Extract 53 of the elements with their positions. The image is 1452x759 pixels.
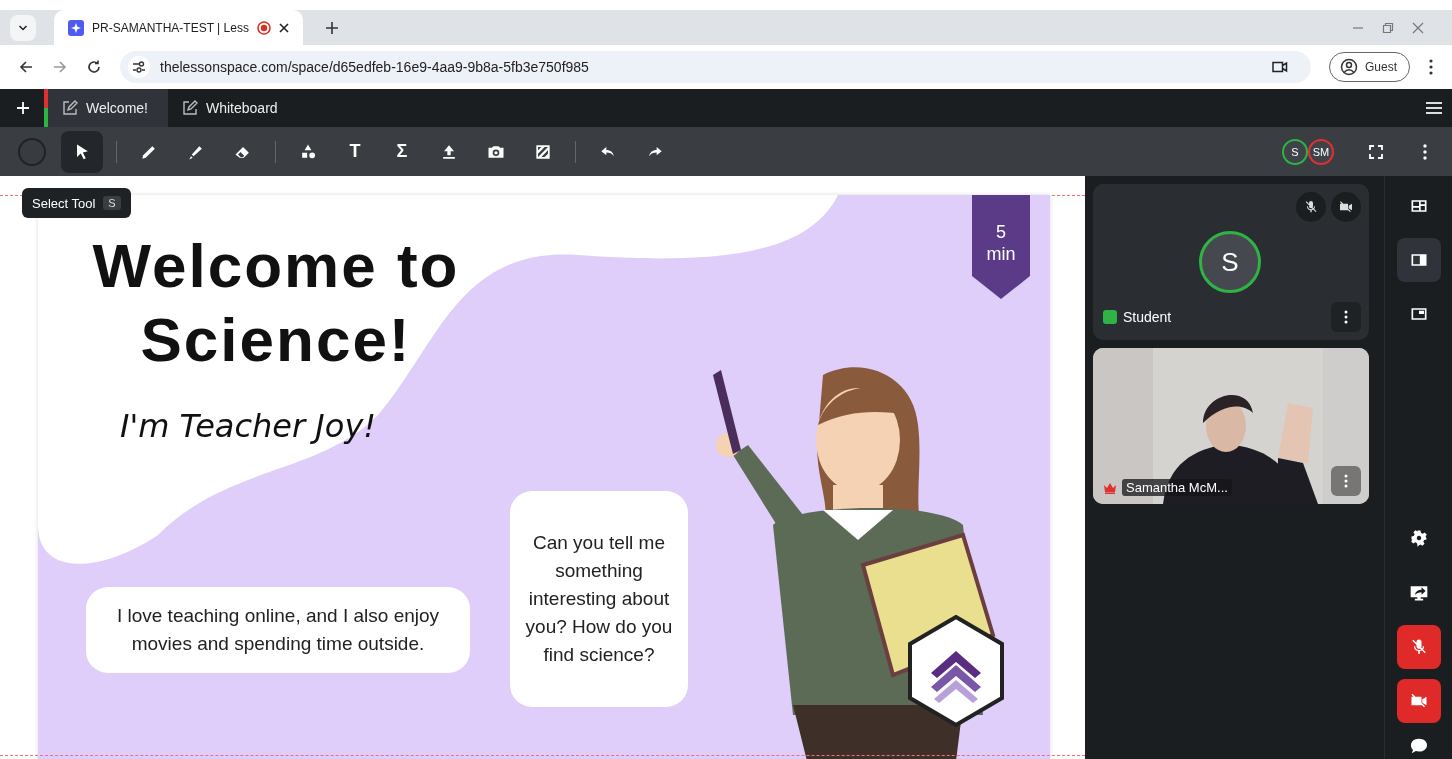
restore-icon[interactable]	[1382, 21, 1394, 34]
more-icon	[1344, 474, 1348, 488]
logo-icon	[906, 615, 1006, 727]
tool-button[interactable]: Σ	[383, 132, 421, 171]
new-tab-icon[interactable]	[324, 20, 339, 35]
back-icon[interactable]	[18, 59, 34, 75]
chat-icon	[1408, 738, 1429, 754]
browser-tab[interactable]: PR-SAMANTHA-TEST | Less	[54, 10, 303, 45]
timer-ribbon: 5 min	[972, 195, 1030, 299]
more-icon	[1344, 310, 1348, 324]
settings-icon	[1408, 529, 1429, 549]
mic-off-icon[interactable]	[1296, 192, 1326, 222]
speech-bubble: I love teaching online, and I also enjoy movies and spending time outside.	[86, 587, 470, 673]
edit-icon	[62, 100, 78, 116]
menu-icon[interactable]	[1426, 101, 1442, 115]
tooltip-label: Select Tool	[32, 195, 96, 211]
participant-avatar: S	[1199, 231, 1261, 293]
document-tab[interactable]: Whiteboard	[168, 89, 298, 127]
layout-button[interactable]	[1396, 238, 1441, 282]
participant-avatar[interactable]: SM	[1308, 138, 1334, 165]
more-button[interactable]	[1331, 466, 1361, 496]
sliders-icon	[132, 60, 146, 74]
document-tab[interactable]: Welcome!	[48, 89, 168, 127]
screen-share-icon	[1408, 583, 1429, 603]
shortcut-key: S	[103, 196, 121, 210]
microphone-button[interactable]	[1396, 625, 1441, 669]
tool-button[interactable]: T	[336, 132, 374, 171]
fullscreen-icon[interactable]	[1369, 144, 1383, 159]
participant-name: Student	[1123, 309, 1172, 325]
forward-icon[interactable]	[52, 59, 68, 75]
add-tab-icon[interactable]	[16, 101, 30, 115]
edit-icon	[182, 100, 198, 116]
address-bar[interactable]: thelessonspace.com/space/d65edfeb-16e9-4aa9-9b8a-5fb3e750f985	[120, 51, 1311, 83]
participant-avatar[interactable]: S	[1282, 138, 1308, 165]
camera-button[interactable]	[1396, 679, 1441, 723]
select-tool-button[interactable]	[61, 130, 103, 173]
speech-bubble: Can you tell me something interesting about you? How do you find science?	[510, 491, 688, 707]
participant-name: Samantha McM...	[1122, 479, 1232, 496]
person-icon	[1340, 58, 1358, 76]
more-icon[interactable]	[1422, 142, 1428, 161]
mic-off-glyph-icon	[1303, 199, 1319, 215]
more-button[interactable]	[1331, 302, 1361, 332]
reload-icon[interactable]	[86, 59, 102, 75]
slide-subtitle: I'm Teacher Joy!	[120, 407, 377, 445]
site-settings-icon[interactable]	[128, 56, 150, 78]
profile-button[interactable]: Guest	[1329, 52, 1410, 82]
slide-title: Welcome to Science!	[91, 230, 461, 376]
camera-off-icon[interactable]	[1331, 192, 1361, 222]
tab-title: PR-SAMANTHA-TEST | Less	[92, 20, 249, 35]
menu-icon[interactable]	[1428, 58, 1434, 76]
color-picker[interactable]	[18, 137, 46, 166]
app-logo-icon	[68, 19, 84, 36]
close-icon[interactable]	[278, 22, 289, 33]
